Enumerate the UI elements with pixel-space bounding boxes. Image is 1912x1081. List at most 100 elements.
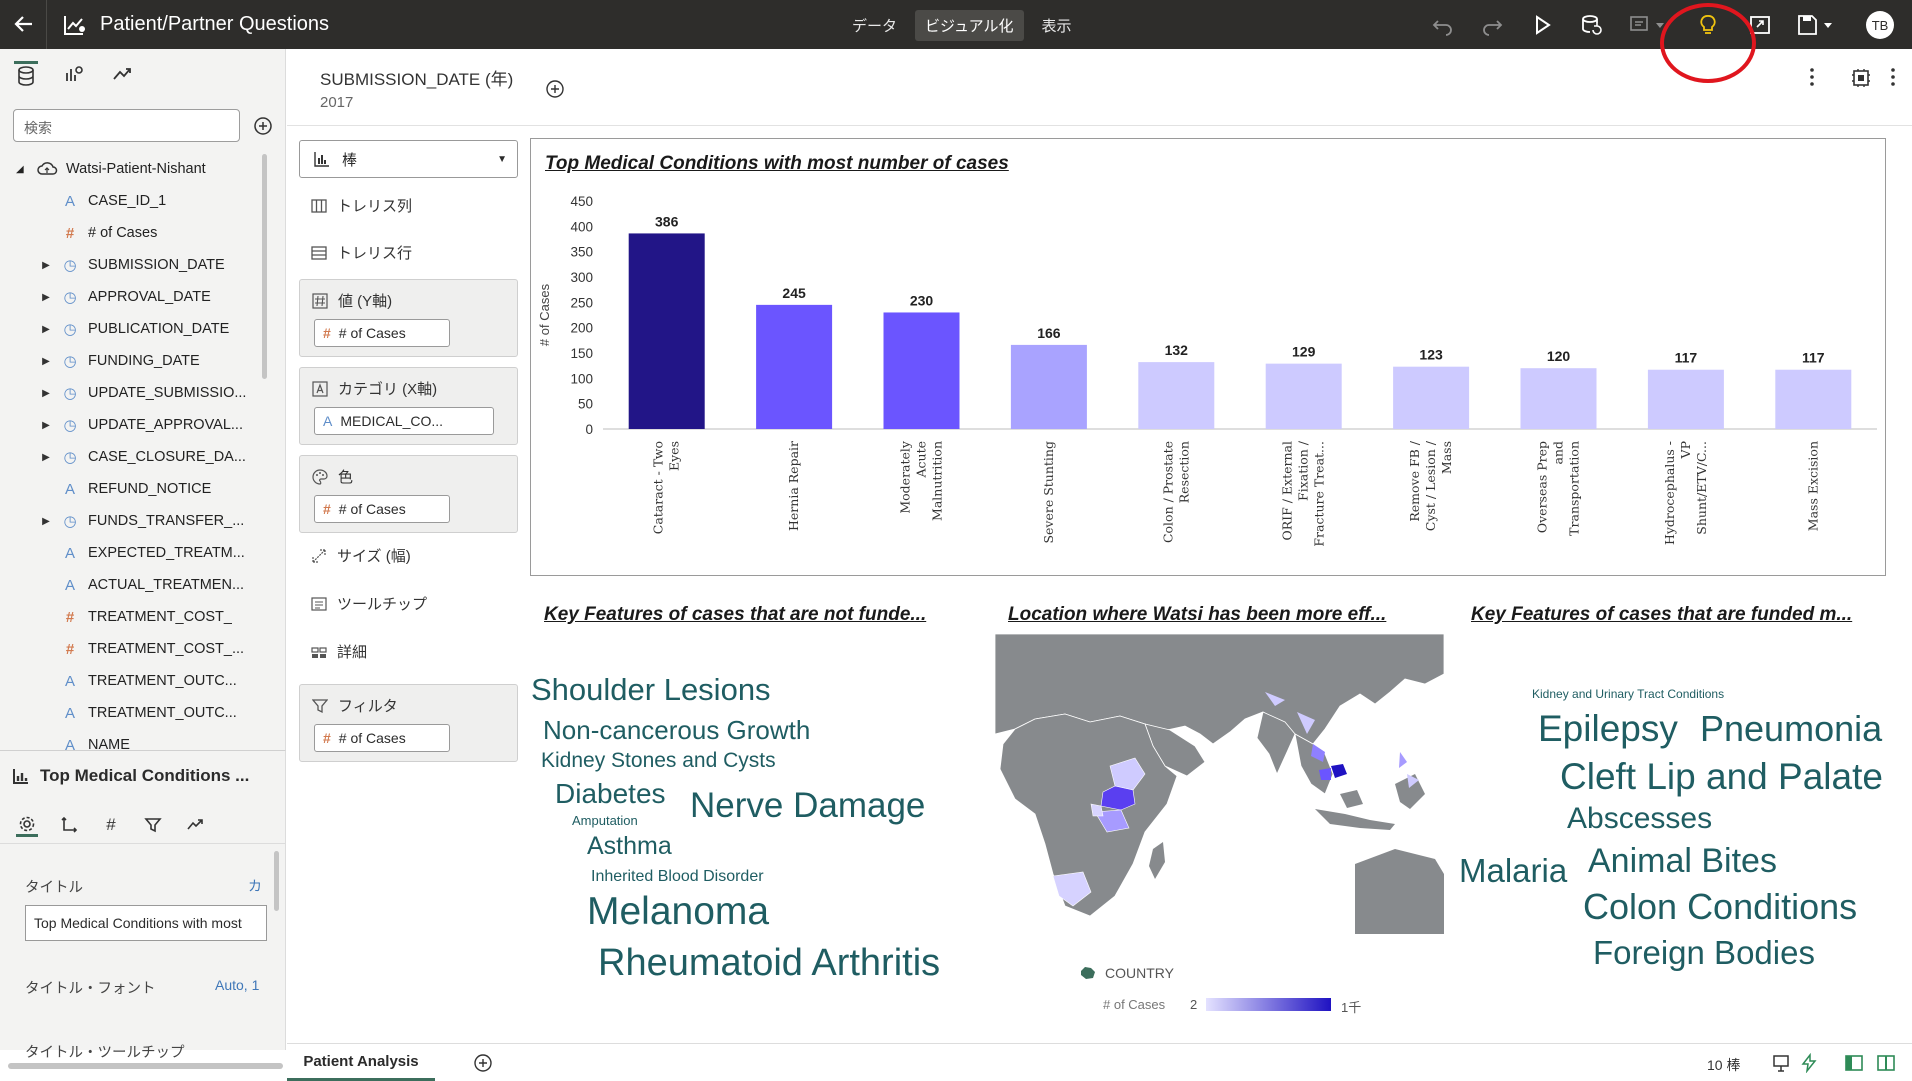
expand-caret-icon[interactable]: ▶ — [40, 260, 52, 271]
cloud-word[interactable]: Diabetes — [555, 778, 666, 810]
expand-caret-icon[interactable]: ▶ — [40, 388, 52, 399]
data-element-item[interactable]: A CASE_ID_1 — [0, 185, 270, 217]
canvas-menu-icon[interactable] — [1886, 65, 1900, 89]
expand-caret-icon[interactable]: ▶ — [40, 420, 52, 431]
add-canvas-icon[interactable] — [473, 1053, 493, 1073]
data-element-item[interactable]: # # of Cases — [0, 217, 270, 249]
bar[interactable] — [628, 233, 705, 429]
canvas-settings-icon[interactable] — [1850, 67, 1872, 89]
cloud-word[interactable]: Asthma — [587, 832, 672, 861]
bar[interactable] — [756, 304, 833, 429]
word-cloud-not-funded[interactable]: Shoulder Lesions Non-cancerous Growth Ki… — [530, 660, 990, 990]
word-cloud-funded[interactable]: Kidney and Urinary Tract Conditions Epil… — [1450, 660, 1890, 990]
search-input[interactable]: 検索 — [13, 109, 240, 142]
bar[interactable] — [1265, 363, 1342, 429]
data-element-item[interactable]: A TREATMENT_OUTC... — [0, 665, 270, 697]
cloud-word[interactable]: Abscesses — [1567, 802, 1712, 836]
cloud-word[interactable]: Foreign Bodies — [1593, 934, 1815, 972]
cloud-word[interactable]: Rheumatoid Arthritis — [598, 942, 940, 985]
tooltip-row[interactable]: ツールチップ — [311, 593, 427, 614]
data-element-item[interactable]: A EXPECTED_TREATM... — [0, 537, 270, 569]
panel-layout-left-icon[interactable] — [1844, 1053, 1864, 1073]
axis-tab[interactable] — [58, 813, 80, 837]
bar-chart[interactable]: # of Cases 0 50 100 150 200 250 300 350 400 450 386… — [531, 175, 1885, 575]
collapse-caret-icon[interactable]: ◢ — [16, 164, 24, 175]
data-panel-scrollbar[interactable] — [262, 154, 267, 379]
bar-chart-visualization[interactable]: Top Medical Conditions with most number … — [530, 138, 1886, 576]
data-element-item[interactable]: ▶ ◷ APPROVAL_DATE — [0, 281, 270, 313]
canvas-tab-patient-analysis[interactable]: Patient Analysis — [287, 1044, 435, 1081]
viz-type-select[interactable]: 棒 ▼ — [299, 140, 518, 178]
cloud-word[interactable]: Colon Conditions — [1583, 886, 1857, 928]
back-arrow-icon[interactable] — [10, 10, 38, 38]
filter-pill[interactable]: # # of Cases — [314, 724, 450, 752]
title-mode-value[interactable]: カ — [248, 876, 262, 896]
cloud-word[interactable]: Nerve Damage — [690, 786, 925, 826]
mode-data-tab[interactable]: データ — [842, 10, 907, 41]
cloud-right-title[interactable]: Key Features of cases that are funded m.… — [1471, 604, 1852, 626]
map-title[interactable]: Location where Watsi has been more eff..… — [1008, 604, 1386, 626]
cloud-word[interactable]: Kidney Stones and Cysts — [541, 749, 776, 773]
category-pill[interactable]: A MEDICAL_CO... — [314, 407, 494, 435]
add-filter-icon[interactable] — [545, 79, 565, 99]
cloud-left-title[interactable]: Key Features of cases that are not funde… — [544, 604, 926, 626]
redo-icon[interactable] — [1479, 12, 1505, 38]
data-element-item[interactable]: # TREATMENT_COST_... — [0, 633, 270, 665]
data-element-item[interactable]: # TREATMENT_COST_ — [0, 601, 270, 633]
bar[interactable] — [1775, 369, 1852, 429]
properties-horizontal-scrollbar[interactable] — [8, 1063, 283, 1069]
analytics-tab[interactable] — [110, 61, 134, 87]
save-menu-icon[interactable] — [1796, 12, 1836, 38]
data-element-item[interactable]: A TREATMENT_OUTC... — [0, 697, 270, 729]
expand-caret-icon[interactable]: ▶ — [40, 516, 52, 527]
bar[interactable] — [883, 312, 960, 429]
cloud-word[interactable]: Non-cancerous Growth — [543, 715, 810, 746]
cloud-word[interactable]: Animal Bites — [1588, 842, 1777, 881]
expand-caret-icon[interactable]: ▶ — [40, 324, 52, 335]
size-row[interactable]: サイズ (幅) — [311, 545, 411, 566]
values-drop-zone[interactable]: 値 (Y軸) # # of Cases — [299, 279, 518, 357]
bar[interactable] — [1520, 368, 1597, 429]
cloud-word[interactable]: Amputation — [572, 813, 638, 828]
analytics-props-tab[interactable] — [184, 813, 206, 837]
play-icon[interactable] — [1529, 12, 1555, 38]
bar[interactable] — [1393, 366, 1470, 429]
general-settings-tab[interactable] — [16, 813, 38, 837]
bar[interactable] — [1010, 344, 1087, 429]
bar-chart-title[interactable]: Top Medical Conditions with most number … — [545, 153, 1009, 175]
data-element-item[interactable]: ▶ ◷ FUNDING_DATE — [0, 345, 270, 377]
filter-name[interactable]: SUBMISSION_DATE (年) — [320, 65, 513, 90]
title-font-value[interactable]: Auto, 1 — [215, 977, 259, 993]
cloud-word[interactable]: Pneumonia — [1700, 708, 1882, 750]
choropleth-map[interactable] — [995, 634, 1444, 934]
expand-caret-icon[interactable]: ▶ — [40, 292, 52, 303]
undo-icon[interactable] — [1430, 12, 1456, 38]
filters-tab[interactable] — [142, 813, 164, 837]
properties-scrollbar[interactable] — [274, 851, 279, 911]
color-drop-zone[interactable]: 色 # # of Cases — [299, 455, 518, 533]
data-element-item[interactable]: ▶ ◷ CASE_CLOSURE_DA... — [0, 441, 270, 473]
cloud-word[interactable]: Malaria — [1459, 852, 1567, 890]
add-data-icon[interactable] — [252, 115, 274, 137]
values-tab[interactable]: # — [100, 813, 122, 837]
panel-layout-right-icon[interactable] — [1876, 1053, 1896, 1073]
data-element-item[interactable]: A ACTUAL_TREATMEN... — [0, 569, 270, 601]
filter-value[interactable]: 2017 — [320, 94, 353, 111]
category-drop-zone[interactable]: カテゴリ (X軸) A MEDICAL_CO... — [299, 367, 518, 445]
data-element-item[interactable]: ▶ ◷ PUBLICATION_DATE — [0, 313, 270, 345]
presentation-notes-icon[interactable] — [1771, 1053, 1791, 1073]
data-element-item[interactable]: A REFUND_NOTICE — [0, 473, 270, 505]
auto-apply-lightning-icon[interactable] — [1799, 1053, 1819, 1073]
cloud-word[interactable]: Kidney and Urinary Tract Conditions — [1532, 687, 1724, 701]
bar[interactable] — [1138, 362, 1215, 429]
title-input[interactable]: Top Medical Conditions with most — [25, 905, 267, 941]
visualizations-tab[interactable] — [62, 61, 86, 87]
values-pill[interactable]: # # of Cases — [314, 319, 450, 347]
data-source-item[interactable]: ◢ Watsi-Patient-Nishant — [0, 153, 270, 185]
filter-menu-icon[interactable] — [1805, 65, 1819, 89]
trellis-columns-row[interactable]: トレリス列 — [311, 195, 412, 216]
data-element-item[interactable]: ▶ ◷ SUBMISSION_DATE — [0, 249, 270, 281]
mode-present-tab[interactable]: 表示 — [1032, 10, 1082, 41]
cloud-word[interactable]: Epilepsy — [1538, 708, 1678, 750]
mode-visualize-tab[interactable]: ビジュアル化 — [915, 10, 1024, 41]
